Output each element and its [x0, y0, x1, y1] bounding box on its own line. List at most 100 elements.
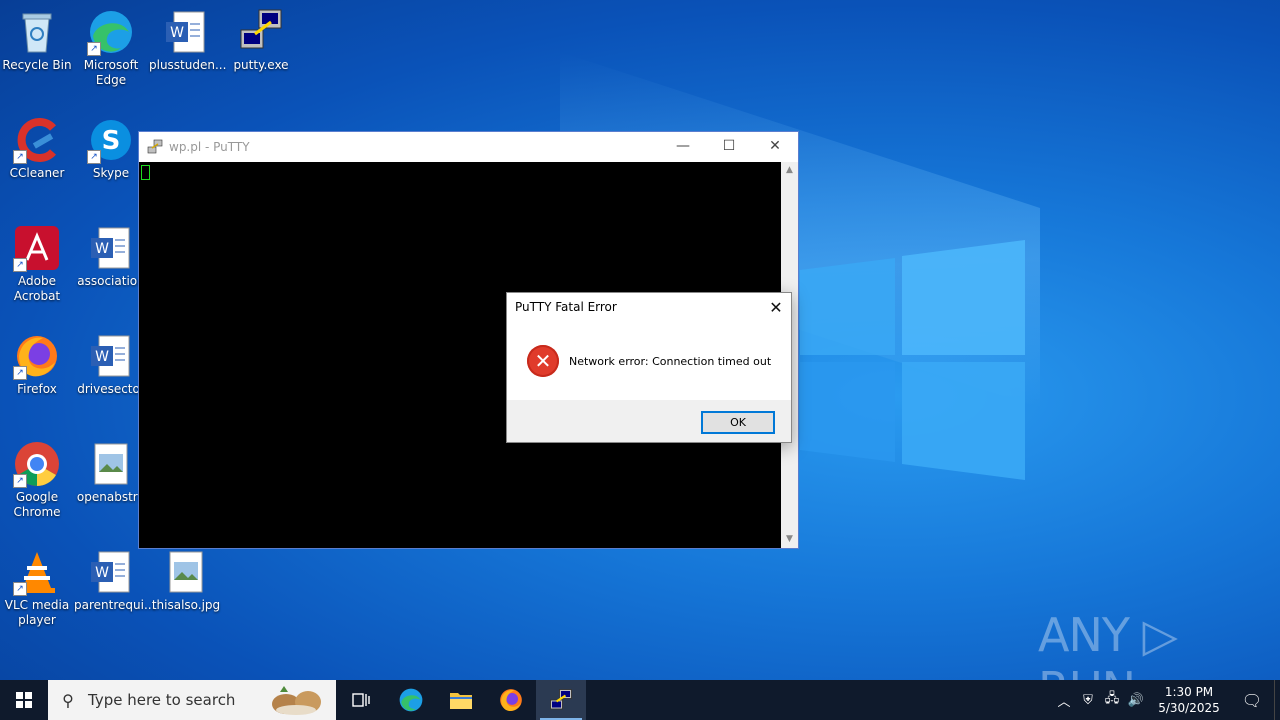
desktop-icon-association[interactable]: W association [74, 224, 148, 289]
folder-icon [450, 693, 472, 709]
chrome-icon: ↗ [13, 440, 61, 488]
fatal-error-dialog[interactable]: PuTTY Fatal Error ✕ ✕ Network error: Con… [506, 292, 792, 443]
dialog-titlebar[interactable]: PuTTY Fatal Error ✕ [507, 293, 791, 321]
firefox-icon: ↗ [13, 332, 61, 380]
volume-icon[interactable]: 🔊 [1124, 693, 1148, 708]
shortcut-arrow-icon: ↗ [87, 150, 101, 164]
close-button[interactable]: ✕ [752, 132, 798, 161]
taskbar: ⚲ Type here to search ︿ ⛨ 🖧 🔊 1:30 PM 5/… [0, 680, 1280, 720]
dialog-close-button[interactable]: ✕ [761, 298, 791, 317]
taskbar-clock[interactable]: 1:30 PM 5/30/2025 [1148, 684, 1230, 716]
shortcut-arrow-icon: ↗ [13, 474, 27, 488]
putty-icon [147, 139, 163, 155]
system-tray: ︿ ⛨ 🖧 🔊 1:30 PM 5/30/2025 🗨 [1052, 680, 1280, 720]
word-document-icon: W [87, 548, 135, 596]
terminal-cursor [141, 165, 150, 180]
desktop-icon-label: Firefox [17, 382, 57, 396]
maximize-button[interactable]: ☐ [706, 132, 752, 161]
desktop-icon-firefox[interactable]: ↗ Firefox [0, 332, 74, 397]
acrobat-icon: ↗ [13, 224, 61, 272]
notification-center-icon[interactable]: 🗨 [1230, 691, 1274, 710]
window-title: wp.pl - PuTTY [169, 139, 250, 154]
desktop-icon-google-chrome[interactable]: ↗ Google Chrome [0, 440, 74, 520]
desktop-icon-recycle-bin[interactable]: Recycle Bin [0, 8, 74, 73]
desktop-icon-label: association [77, 274, 145, 288]
taskbar-file-explorer[interactable] [436, 680, 486, 720]
desktop-icon-label: openabstra [76, 490, 146, 504]
svg-text:S: S [102, 126, 121, 156]
taskbar-firefox[interactable] [486, 680, 536, 720]
error-message: Network error: Connection timed out [569, 354, 772, 368]
search-icon: ⚲ [62, 690, 74, 710]
desktop-icon-label: Recycle Bin [2, 58, 72, 72]
recycle-bin-icon [13, 8, 61, 56]
show-desktop-button[interactable] [1274, 680, 1280, 720]
desktop-icon-microsoft-edge[interactable]: ↗ Microsoft Edge [74, 8, 148, 88]
start-button[interactable] [0, 680, 48, 720]
taskbar-edge[interactable] [386, 680, 436, 720]
desktop-icon-parentrequi[interactable]: W parentrequi... [74, 548, 156, 613]
defender-icon[interactable]: ⛨ [1076, 693, 1100, 708]
desktop-icon-adobe-acrobat[interactable]: ↗ Adobe Acrobat [0, 224, 74, 304]
task-view-button[interactable] [336, 680, 386, 720]
taskbar-search-box[interactable]: ⚲ Type here to search [48, 680, 336, 720]
image-file-icon [87, 440, 135, 488]
image-file-icon [162, 548, 210, 596]
dialog-footer: OK [507, 400, 791, 442]
clock-time: 1:30 PM [1164, 685, 1214, 699]
shortcut-arrow-icon: ↗ [13, 366, 27, 380]
search-placeholder: Type here to search [88, 691, 236, 709]
desktop-icon-putty[interactable]: putty.exe [224, 8, 298, 73]
network-icon[interactable]: 🖧 [1100, 689, 1124, 711]
edge-icon: ↗ [87, 8, 135, 56]
desktop-icon-label: putty.exe [233, 58, 289, 72]
clock-date: 5/30/2025 [1158, 701, 1220, 715]
shortcut-arrow-icon: ↗ [13, 582, 27, 596]
desktop-icon-label: Adobe Acrobat [13, 274, 61, 303]
svg-text:W: W [170, 25, 184, 41]
error-icon: ✕ [527, 345, 559, 377]
desktop-icon-drivesector[interactable]: W drivesector [74, 332, 148, 397]
windows-logo-wallpaper [800, 240, 1025, 480]
skype-icon: S ↗ [87, 116, 135, 164]
desktop-icon-label: Skype [92, 166, 130, 180]
dialog-body: ✕ Network error: Connection timed out [507, 321, 791, 401]
desktop-icon-label: VLC media player [4, 598, 70, 627]
desktop-icon-label: Google Chrome [13, 490, 61, 519]
taskbar-putty[interactable] [536, 680, 586, 720]
vlc-cone-icon: ↗ [13, 548, 61, 596]
desktop-icon-skype[interactable]: S ↗ Skype [74, 116, 148, 181]
desktop-icon-label: drivesector [77, 382, 145, 396]
desktop-icon-label: parentrequi... [74, 598, 156, 612]
shortcut-arrow-icon: ↗ [13, 258, 27, 272]
search-highlight-art-icon [272, 686, 321, 715]
edge-icon [399, 688, 423, 712]
svg-text:W: W [95, 241, 109, 257]
desktop-icon-vlc[interactable]: ↗ VLC media player [0, 548, 74, 628]
scroll-down-icon[interactable]: ▼ [781, 531, 798, 548]
desktop-icon-openabstra[interactable]: openabstra [74, 440, 148, 505]
putty-icon [237, 8, 285, 56]
word-document-icon: W [162, 8, 210, 56]
shortcut-arrow-icon: ↗ [13, 150, 27, 164]
desktop-icon-label: CCleaner [9, 166, 65, 180]
desktop-icon-plusstudent[interactable]: W plusstuden... [149, 8, 226, 73]
show-hidden-icons-chevron-up-icon[interactable]: ︿ [1052, 691, 1076, 710]
word-document-icon: W [87, 332, 135, 380]
desktop-icon-label: Microsoft Edge [83, 58, 139, 87]
svg-text:W: W [95, 349, 109, 365]
windows-start-icon [16, 692, 32, 708]
svg-text:W: W [95, 565, 109, 581]
desktop-icon-ccleaner[interactable]: ↗ CCleaner [0, 116, 74, 181]
shortcut-arrow-icon: ↗ [87, 42, 101, 56]
ok-button[interactable]: OK [701, 411, 775, 434]
minimize-button[interactable]: — [660, 132, 706, 161]
desktop-icon-thisalso[interactable]: thisalso.jpg [149, 548, 223, 613]
firefox-icon [500, 689, 522, 712]
scroll-up-icon[interactable]: ▲ [781, 162, 798, 179]
putty-titlebar[interactable]: wp.pl - PuTTY — ☐ ✕ [139, 132, 798, 161]
dialog-title: PuTTY Fatal Error [515, 300, 617, 314]
desktop-icon-label: thisalso.jpg [151, 598, 221, 612]
task-view-icon [352, 693, 370, 707]
putty-icon [550, 689, 572, 710]
